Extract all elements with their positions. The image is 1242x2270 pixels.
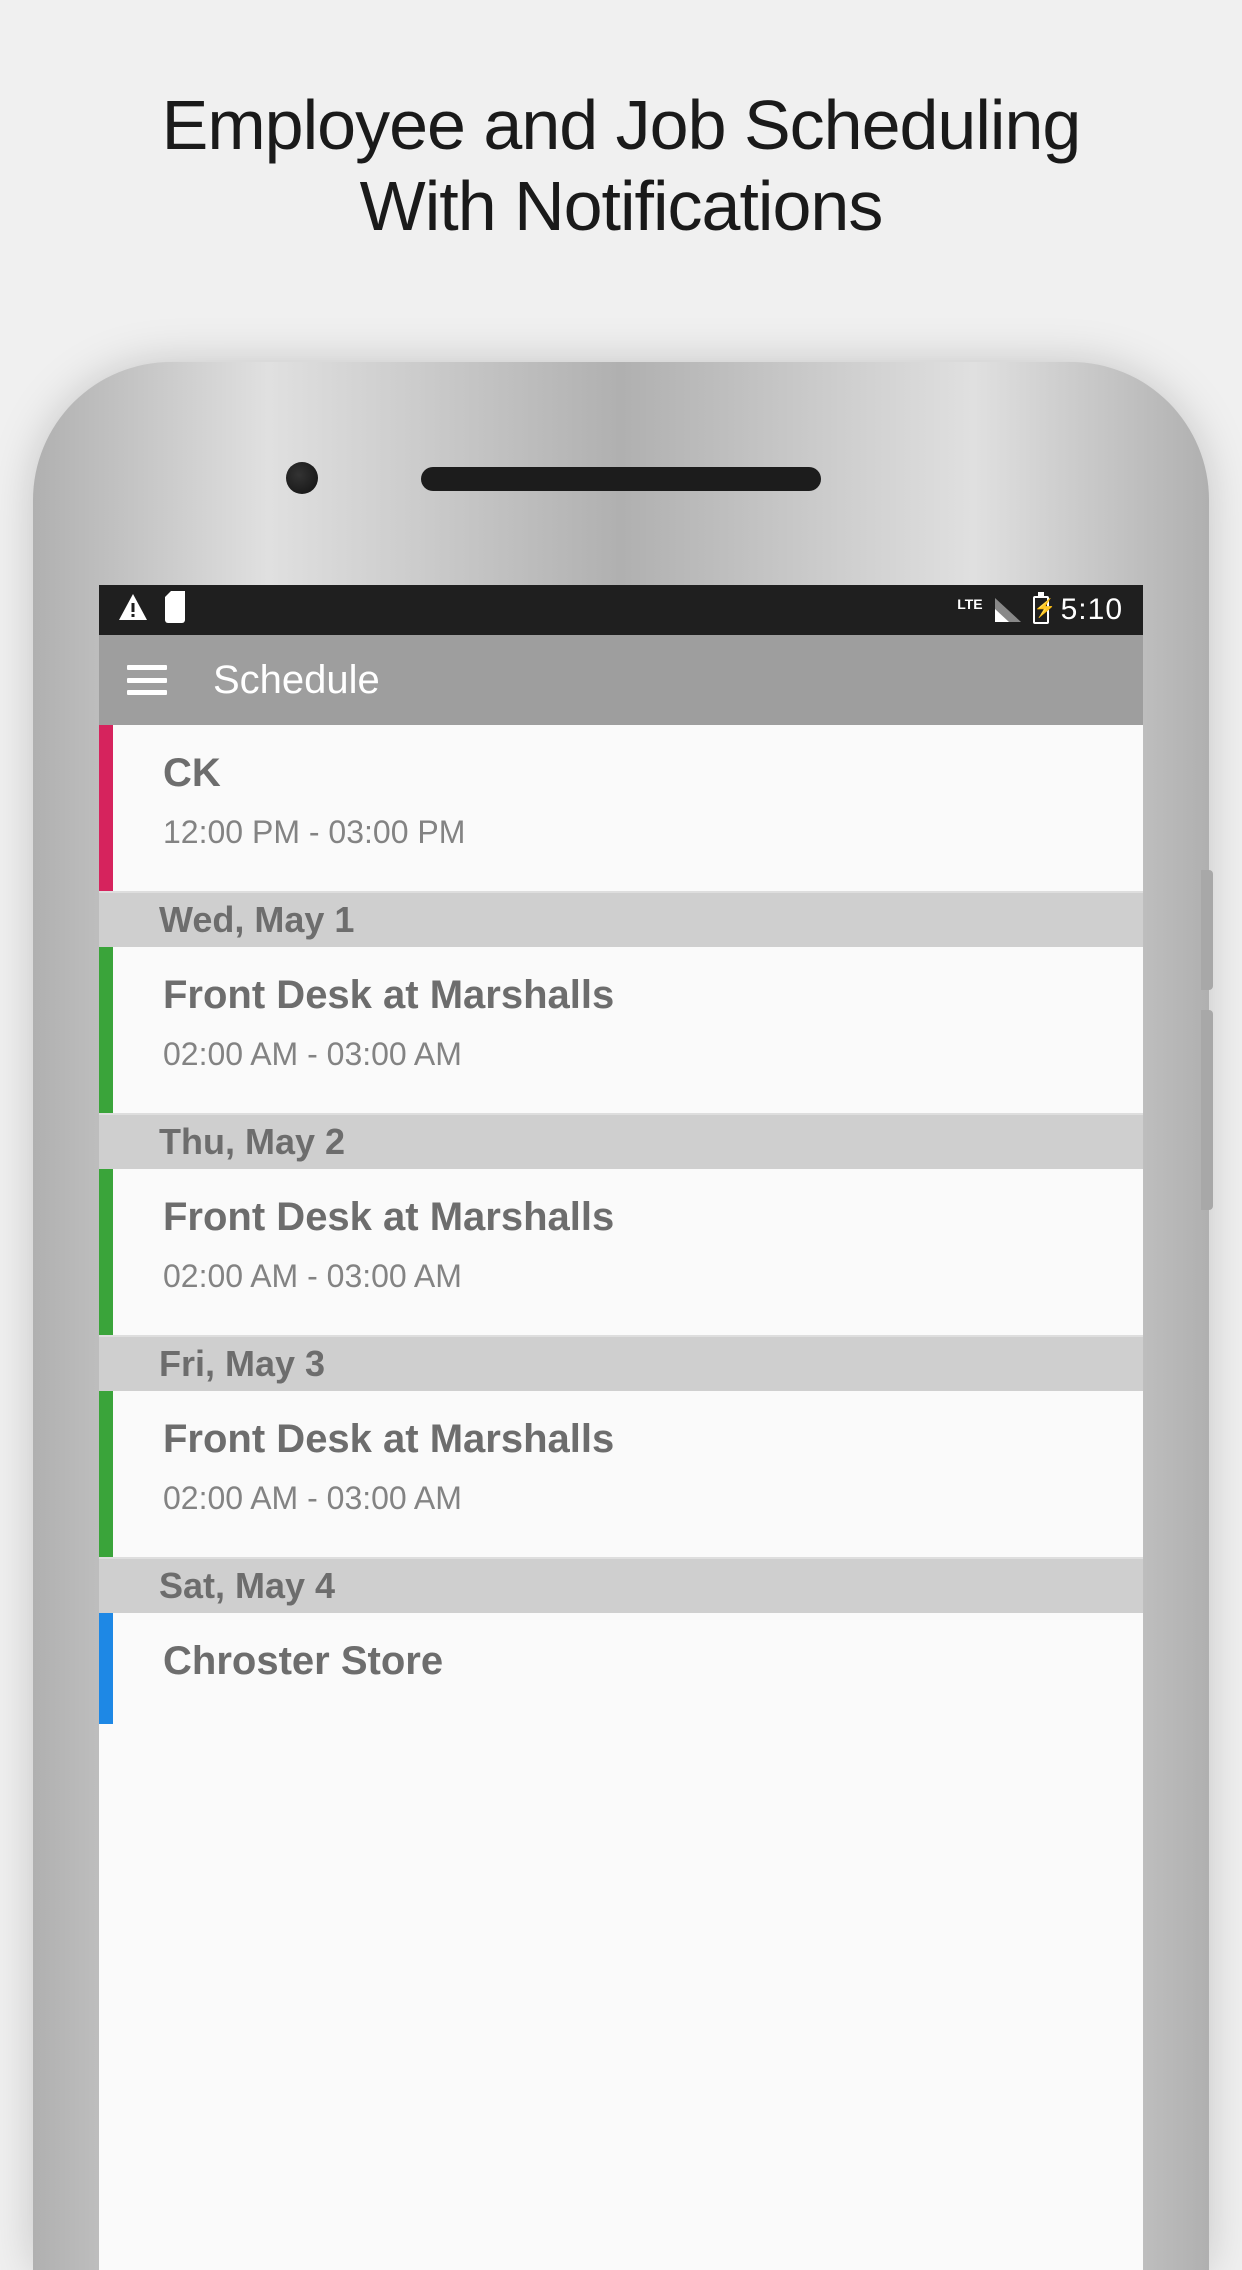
event-color-bar: [99, 1169, 113, 1335]
event-color-bar: [99, 947, 113, 1113]
phone-screen: LTE 5:10 Schedule CK 12:00 PM - 03:00 PM: [99, 585, 1143, 2270]
signal-icon: [995, 598, 1021, 622]
event-color-bar: [99, 725, 113, 891]
day-header: Wed, May 1: [99, 893, 1143, 947]
battery-charging-icon: [1033, 596, 1049, 624]
promo-line1: Employee and Job Scheduling: [162, 86, 1081, 164]
promo-heading: Employee and Job Scheduling With Notific…: [0, 0, 1242, 246]
status-bar: LTE 5:10: [99, 585, 1143, 635]
event-title: Chroster Store: [163, 1639, 443, 1684]
schedule-event[interactable]: Front Desk at Marshalls 02:00 AM - 03:00…: [99, 1169, 1143, 1337]
phone-speaker: [421, 467, 821, 491]
schedule-event[interactable]: Front Desk at Marshalls 02:00 AM - 03:00…: [99, 947, 1143, 1115]
event-time: 12:00 PM - 03:00 PM: [163, 814, 465, 851]
event-title: Front Desk at Marshalls: [163, 1195, 614, 1240]
event-time: 02:00 AM - 03:00 AM: [163, 1036, 614, 1073]
event-title: Front Desk at Marshalls: [163, 1417, 614, 1462]
phone-frame: LTE 5:10 Schedule CK 12:00 PM - 03:00 PM: [41, 370, 1201, 2270]
day-header: Thu, May 2: [99, 1115, 1143, 1169]
event-title: Front Desk at Marshalls: [163, 973, 614, 1018]
schedule-event[interactable]: Chroster Store: [99, 1613, 1143, 1724]
phone-hw-button: [1201, 1010, 1213, 1210]
event-time: 02:00 AM - 03:00 AM: [163, 1258, 614, 1295]
promo-line2: With Notifications: [360, 167, 883, 245]
day-header: Fri, May 3: [99, 1337, 1143, 1391]
app-bar: Schedule: [99, 635, 1143, 725]
phone-hw-button: [1201, 870, 1213, 990]
phone-camera: [286, 462, 318, 494]
event-color-bar: [99, 1613, 113, 1724]
schedule-list[interactable]: CK 12:00 PM - 03:00 PM Wed, May 1 Front …: [99, 725, 1143, 1724]
event-time: 02:00 AM - 03:00 AM: [163, 1480, 614, 1517]
sd-card-icon: [165, 597, 185, 623]
day-header: Sat, May 4: [99, 1559, 1143, 1613]
schedule-event[interactable]: CK 12:00 PM - 03:00 PM: [99, 725, 1143, 893]
app-bar-title: Schedule: [213, 658, 380, 703]
warning-icon: [119, 594, 147, 627]
network-label: LTE: [957, 596, 982, 612]
event-title: CK: [163, 751, 465, 796]
event-color-bar: [99, 1391, 113, 1557]
status-time: 5:10: [1061, 593, 1123, 627]
menu-icon[interactable]: [127, 665, 167, 695]
schedule-event[interactable]: Front Desk at Marshalls 02:00 AM - 03:00…: [99, 1391, 1143, 1559]
